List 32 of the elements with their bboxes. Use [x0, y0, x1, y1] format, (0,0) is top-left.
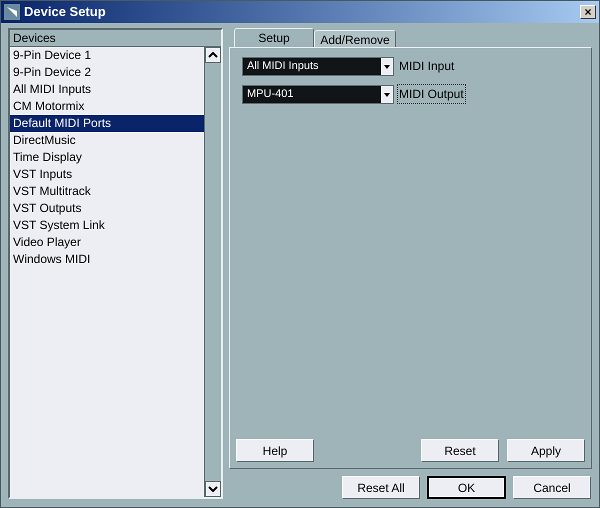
device-item[interactable]: Default MIDI Ports [10, 115, 204, 132]
device-item[interactable]: 9-Pin Device 1 [10, 47, 204, 64]
tab[interactable]: Add/Remove [314, 30, 396, 47]
panel-button[interactable]: Reset [421, 439, 499, 462]
device-item[interactable]: All MIDI Inputs [10, 81, 204, 98]
tab[interactable]: Setup [234, 28, 314, 47]
dialog-button[interactable]: OK [427, 476, 506, 499]
scroll-down-icon[interactable] [205, 481, 221, 497]
dropdown[interactable]: MPU-401 [242, 84, 394, 104]
field-label: MIDI Output [397, 84, 466, 104]
dropdown[interactable]: All MIDI Inputs [242, 56, 394, 76]
device-item[interactable]: Windows MIDI [10, 251, 204, 268]
device-item[interactable]: VST Outputs [10, 200, 204, 217]
device-item[interactable]: 9-Pin Device 2 [10, 64, 204, 81]
scrollbar[interactable] [204, 47, 221, 497]
window-title: Device Setup [24, 3, 107, 22]
dialog-button[interactable]: Reset All [342, 476, 420, 499]
panel-button[interactable]: Help [236, 439, 314, 462]
device-item[interactable]: VST Inputs [10, 166, 204, 183]
close-button[interactable]: × [580, 5, 596, 19]
panel-button[interactable]: Apply [507, 439, 585, 462]
field-label: MIDI Input [398, 58, 456, 75]
device-item[interactable]: CM Motormix [10, 98, 204, 115]
scroll-up-icon[interactable] [205, 47, 221, 63]
list-header: Devices [10, 30, 221, 47]
device-item[interactable]: VST System Link [10, 217, 204, 234]
device-item[interactable]: Video Player [10, 234, 204, 251]
device-item[interactable]: DirectMusic [10, 132, 204, 149]
device-item[interactable]: VST Multitrack [10, 183, 204, 200]
dialog-button[interactable]: Cancel [513, 476, 591, 499]
device-item[interactable]: Time Display [10, 149, 204, 166]
app-icon [4, 4, 20, 20]
